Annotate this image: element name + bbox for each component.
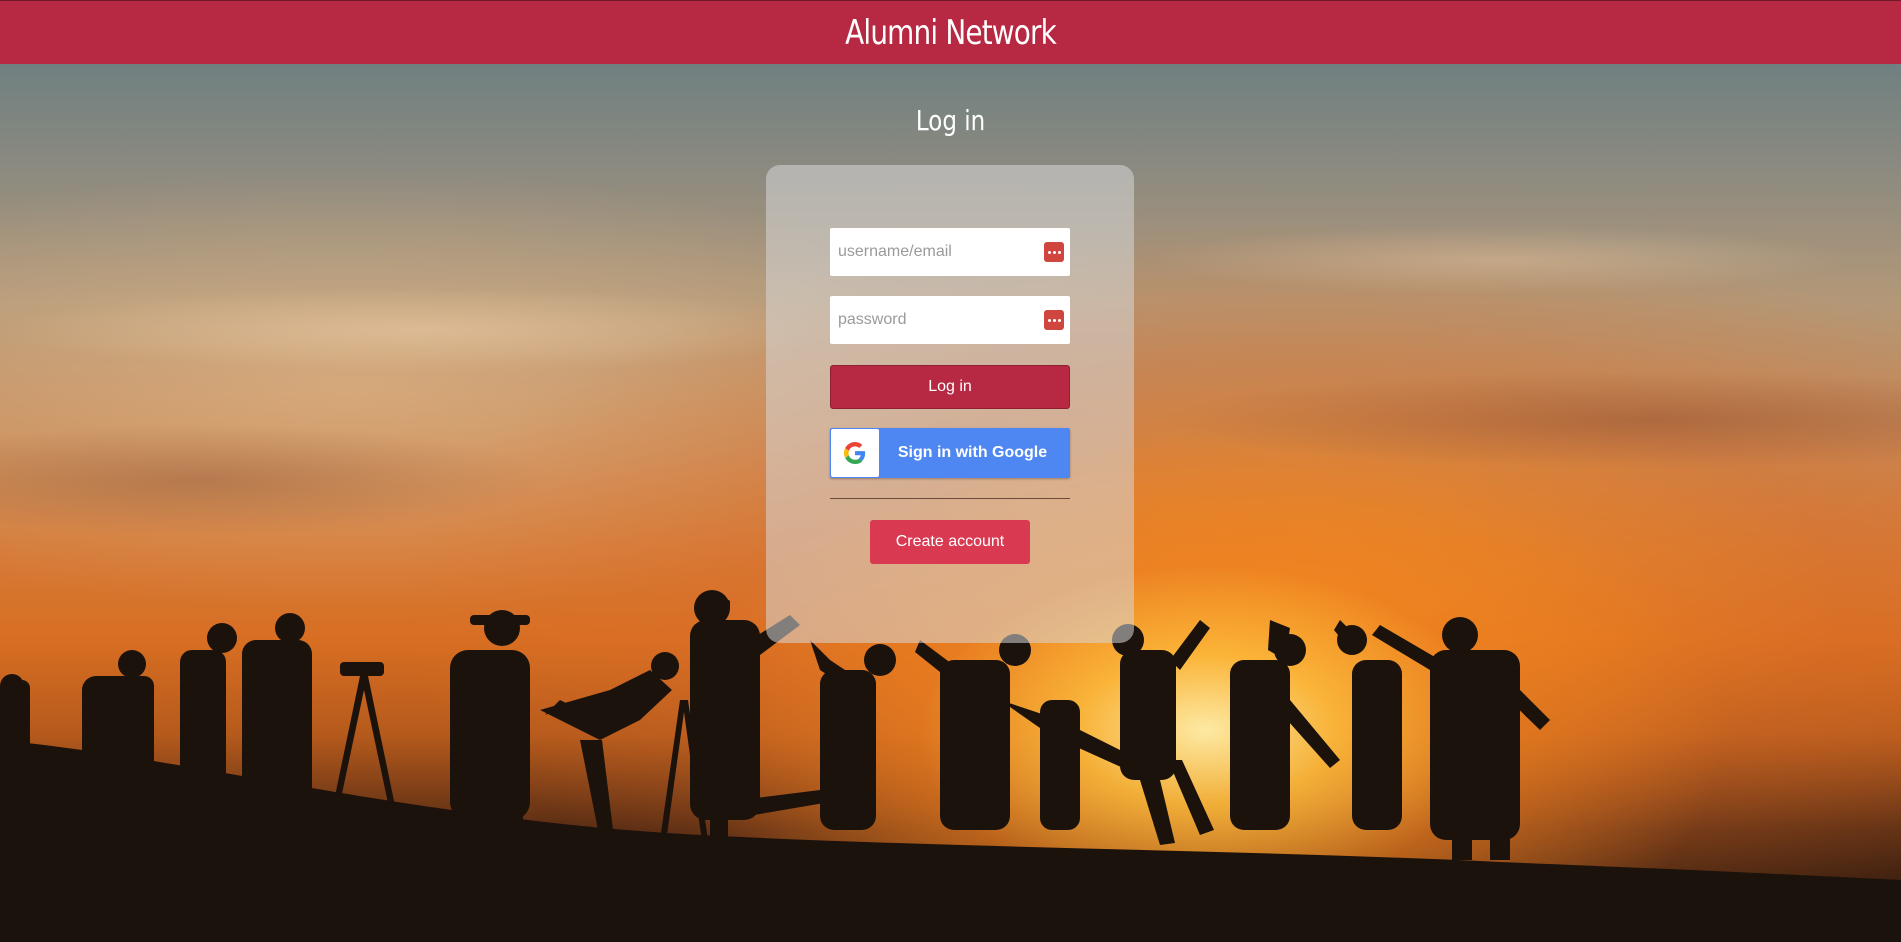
username-input[interactable] (830, 228, 1038, 276)
password-manager-icon[interactable] (1044, 310, 1064, 330)
page-title: Log in (915, 104, 986, 137)
header-bar: Alumni Network (0, 0, 1901, 64)
google-signin-label: Sign in with Google (897, 444, 1048, 461)
page-root: Alumni Network Log in Log in (0, 0, 1901, 942)
password-manager-icon[interactable] (1044, 242, 1064, 262)
create-account-button[interactable]: Create account (870, 520, 1030, 564)
google-signin-button[interactable]: Sign in with Google (830, 428, 1070, 478)
password-input[interactable] (830, 296, 1038, 344)
login-button[interactable]: Log in (830, 365, 1070, 409)
login-card: Log in Sign in with Google Create accoun… (766, 165, 1134, 643)
google-g-icon (831, 429, 879, 477)
username-field-container (830, 228, 1070, 276)
app-title: Alumni Network (845, 12, 1057, 53)
form-divider (830, 498, 1070, 499)
password-field-container (830, 296, 1070, 344)
